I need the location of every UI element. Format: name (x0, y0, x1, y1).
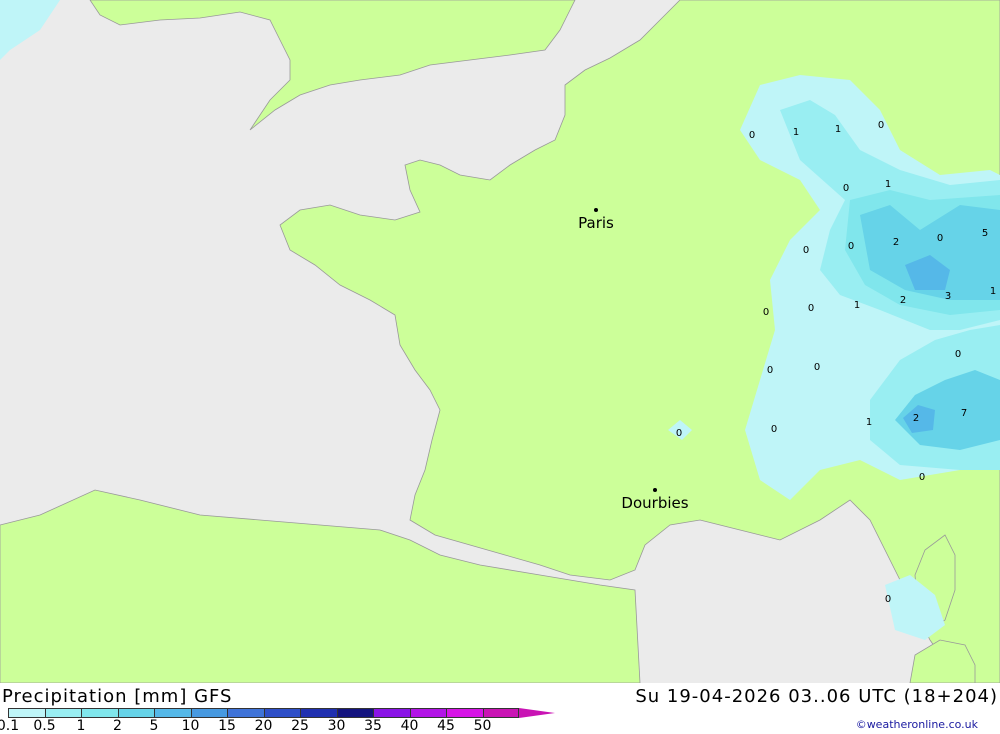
precip-value-label: 0 (762, 307, 770, 318)
legend-tick: 45 (437, 718, 455, 734)
precip-value-label: 1 (853, 300, 861, 311)
precip-value-label: 5 (981, 228, 989, 239)
legend-arrow (519, 708, 555, 718)
precip-value-label: 2 (912, 413, 920, 424)
legend-swatch (373, 708, 411, 718)
legend-tick: 0.1 (0, 718, 20, 734)
map-canvas (0, 0, 1000, 683)
precip-value-label: 2 (892, 237, 900, 248)
precip-value-label: 0 (954, 349, 962, 360)
precip-value-label: 7 (960, 408, 968, 419)
legend-tick: 40 (400, 718, 419, 734)
legend-swatch (117, 708, 155, 718)
precip-value-label: 0 (936, 233, 944, 244)
precip-value-label: 0 (675, 428, 683, 439)
legend-swatch (409, 708, 447, 718)
legend-swatch (8, 708, 46, 718)
credit-link[interactable]: ©weatheronline.co.uk (856, 718, 978, 731)
precip-value-label: 0 (877, 120, 885, 131)
city-name: Dourbies (621, 494, 689, 512)
legend-tick: 25 (291, 718, 309, 734)
precip-value-label: 0 (802, 245, 810, 256)
map-footer: Precipitation [mm] GFS Su 19-04-2026 03.… (0, 683, 1000, 734)
city-marker (653, 488, 657, 492)
precip-value-label: 3 (944, 291, 952, 302)
forecast-date: Su 19-04-2026 03..06 UTC (18+204) (635, 686, 998, 707)
legend-swatch (227, 708, 265, 718)
legend-swatch (190, 708, 228, 718)
city-name: Paris (578, 214, 614, 232)
legend-swatch (154, 708, 192, 718)
precip-value-label: 1 (989, 286, 997, 297)
precip-value-label: 0 (847, 241, 855, 252)
city-marker (594, 208, 598, 212)
precip-value-label: 0 (748, 130, 756, 141)
legend-tick: 20 (254, 718, 273, 734)
legend-swatch (336, 708, 374, 718)
legend-tick: 2 (113, 718, 122, 734)
precipitation-map: Paris Dourbies 0 1 1 0 0 1 0 2 0 5 3 1 0 0 1 2 0 0 0 0 2 7 1 0 0 0 0 (0, 0, 1000, 683)
precip-value-label: 0 (813, 362, 821, 373)
legend-tick: 5 (149, 718, 159, 734)
legend-swatch (81, 708, 119, 718)
legend-swatch (446, 708, 484, 718)
map-title: Precipitation [mm] GFS (2, 686, 233, 707)
legend-tick: 15 (218, 718, 236, 734)
precip-value-label: 2 (899, 295, 907, 306)
legend-swatch (482, 708, 519, 718)
legend-swatch (44, 708, 82, 718)
land-britain (89, 0, 576, 131)
legend-tick: 10 (181, 718, 200, 734)
precip-atlantic (0, 0, 60, 60)
precip-value-label: 1 (834, 124, 842, 135)
precip-value-label: 1 (792, 127, 800, 138)
precip-value-label: 1 (884, 179, 892, 190)
precip-value-label: 0 (807, 303, 815, 314)
precip-value-label: 0 (766, 365, 774, 376)
legend-tick: 1 (76, 718, 86, 734)
legend-tick: 35 (364, 718, 382, 734)
legend-swatch (300, 708, 338, 718)
precip-value-label: 0 (770, 424, 778, 435)
precip-value-label: 0 (918, 472, 926, 483)
legend-swatch (263, 708, 301, 718)
legend-tick: 0.5 (33, 718, 56, 734)
precip-value-label: 1 (865, 417, 873, 428)
precip-value-label: 0 (842, 183, 850, 194)
precip-value-label: 0 (884, 594, 892, 605)
legend-tick: 30 (327, 718, 346, 734)
land-sardinia (909, 639, 976, 683)
legend-tick: 50 (473, 718, 492, 734)
